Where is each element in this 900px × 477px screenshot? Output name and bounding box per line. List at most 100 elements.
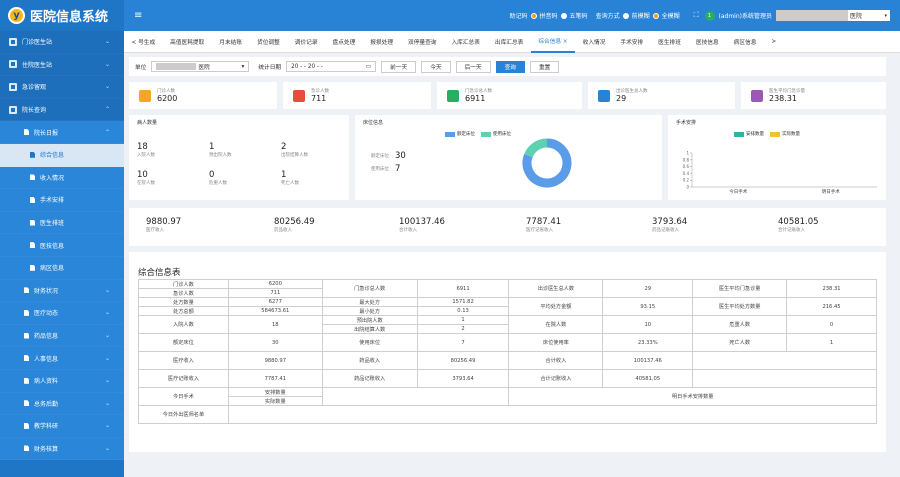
table-cell: 预出院人数 (321, 315, 418, 325)
radio-fuzzy-icon[interactable] (622, 12, 629, 19)
income-value: 3793.64 (652, 217, 688, 227)
stat-text: 急诊人数 711 (311, 88, 329, 103)
sidebar-item-label: 财务状况 (34, 287, 59, 295)
tab[interactable]: 医生排班 (651, 37, 689, 46)
tab[interactable]: 货位调整 (250, 37, 288, 46)
hamburger-icon[interactable]: ≡ (134, 10, 142, 21)
radio-fuzzy-label[interactable]: 前模糊 (632, 11, 650, 20)
document-icon (24, 400, 29, 407)
surgery-title: 手术安排 (676, 120, 697, 126)
legend-swatch (734, 131, 744, 137)
sidebar-item[interactable]: 药品信息 ⌄ (0, 324, 124, 348)
tab[interactable]: < 号生成 (124, 37, 163, 46)
used-beds: 使用床位 7 (371, 164, 400, 174)
sidebar-item[interactable]: 院长日报 ⌃ (0, 121, 124, 144)
table-cell: 门急诊总人数 (321, 279, 418, 298)
tab[interactable]: 医技信息 (688, 37, 726, 46)
stat-icon (293, 89, 305, 102)
document-icon (30, 264, 35, 271)
patient-stat: 0 危重人数 (209, 170, 227, 186)
sidebar-item[interactable]: 收入情况 (0, 166, 124, 190)
chevron-down-icon: ⌄ (104, 422, 110, 430)
user-name[interactable]: (admin)系统管理员 (719, 11, 772, 20)
sidebar-item[interactable]: 总务后勤 ⌄ (0, 392, 124, 416)
radio-full-fuzzy-label[interactable]: 全模糊 (662, 11, 680, 20)
table-cell (692, 351, 877, 370)
table-cell: 1571.82 (416, 297, 510, 307)
query-button[interactable]: 查询 (495, 60, 525, 73)
app-logo: y 医院信息系统 (0, 0, 124, 31)
sidebar-item[interactable]: 医生排班 (0, 211, 124, 235)
prev-day-button[interactable]: 前一天 (381, 60, 417, 73)
table-cell: 7787.41 (227, 369, 323, 388)
sidebar-item[interactable]: 财务核算 ⌄ (0, 437, 124, 461)
unit-select[interactable]: 医院 ▾ (151, 61, 250, 72)
radio-full-fuzzy-icon[interactable] (652, 12, 659, 19)
stat-card: 医生平均门急诊量 238.31 (741, 82, 886, 109)
sidebar-item[interactable]: 急诊留观 ⌄ (0, 76, 124, 99)
sidebar-item[interactable]: 医疗动态 ⌄ (0, 302, 124, 325)
chevron-down-icon: ⌄ (104, 38, 110, 46)
stat-value: 238.31 (769, 94, 797, 103)
sidebar-item-label: 院长查询 (22, 107, 47, 115)
sidebar-item[interactable]: 院长查询 ⌃ (0, 98, 124, 122)
chevron-down-icon: ▾ (241, 63, 245, 70)
sidebar-item[interactable]: 综合信息 (0, 143, 124, 167)
tab[interactable]: 病区信息 (726, 37, 764, 46)
tab[interactable]: 高值医耗提取 (163, 37, 212, 46)
reset-button[interactable]: 重置 (530, 60, 560, 73)
legend-swatch (481, 131, 491, 137)
table-cell: 门诊人数 (138, 279, 229, 289)
sidebar-item[interactable]: 手术安排 (0, 189, 124, 212)
stat-text: 门诊人数 6200 (157, 88, 177, 103)
date-range-input[interactable]: 20 - - 20 - - ▭ (286, 61, 377, 72)
app-title: 医院信息系统 (30, 10, 109, 25)
patient-stat: 10 在院人数 (137, 170, 155, 186)
sidebar-item[interactable]: 医技信息 (0, 234, 124, 257)
tab[interactable]: 手术安排 (613, 37, 651, 46)
tab[interactable]: 入库汇总表 (444, 37, 487, 46)
sidebar-item-label: 病人资料 (34, 378, 59, 386)
sidebar-item[interactable]: 教学科研 ⌄ (0, 415, 124, 438)
x-tick-label: 今日手术 (729, 188, 747, 195)
y-tick-label: 0 (686, 185, 689, 190)
topbar: ≡ 助记码 拼音码 五笔码 查询方式 前模糊 全模糊 ⛶ 1 (admin)系统… (124, 0, 900, 31)
tab[interactable]: 月末结账 (212, 37, 250, 46)
table-cell: 216.45 (786, 297, 877, 316)
tab[interactable]: 收入情况 (575, 37, 613, 46)
radio-pinyin-label[interactable]: 拼音码 (540, 11, 558, 20)
dept-select[interactable]: 医院 ▾ (776, 10, 890, 21)
summary-section: 综合信息表 门诊人数 6200 门急诊总人数 6911 出诊医生总人数 29 医生平均… (129, 252, 886, 452)
tab[interactable]: 盘点处理 (325, 37, 363, 46)
radio-wubi-label[interactable]: 五笔码 (570, 11, 588, 20)
filter-bar: 单位 医院 ▾ 统计日期 20 - - 20 - - ▭ 前一天 今天 后一天 … (129, 57, 886, 76)
beds-legend: 额定床位 使用床位 (445, 131, 511, 137)
patient-stat-label: 预出院人数 (209, 153, 232, 158)
income-label: 医疗记账收入 (526, 228, 553, 233)
sidebar-item[interactable]: 病区信息 (0, 256, 124, 280)
today-button[interactable]: 今天 (421, 60, 451, 73)
tab[interactable]: 报损处理 (363, 37, 401, 46)
table-cell: 238.31 (786, 279, 877, 298)
sidebar-item[interactable]: 人事信息 ⌄ (0, 347, 124, 370)
radio-wubi-icon[interactable] (560, 12, 567, 19)
sidebar-item[interactable]: 门诊医生站 ⌄ (0, 31, 124, 54)
table-cell: 6200 (227, 279, 323, 289)
sidebar-item[interactable]: 住院医生站 ⌄ (0, 53, 124, 77)
next-day-button[interactable]: 后一天 (455, 60, 491, 73)
radio-pinyin-icon[interactable] (530, 12, 537, 19)
fullscreen-icon[interactable]: ⛶ (694, 11, 699, 20)
tab[interactable]: > (764, 39, 784, 45)
income-cell: 80256.49 药品收入 (274, 217, 315, 233)
tab[interactable]: 双停量查询 (401, 37, 444, 46)
sidebar-item[interactable]: 病人资料 ⌄ (0, 369, 124, 393)
tab[interactable]: 综合信息 × (530, 31, 576, 53)
tab[interactable]: 出库汇总表 (487, 37, 530, 46)
sidebar-item[interactable]: 财务状况 ⌄ (0, 279, 124, 303)
table-cell (227, 405, 878, 424)
table-cell: 出院结算人数 (321, 324, 418, 334)
table-row: 门诊人数 6200 门急诊总人数 6911 出诊医生总人数 29 医生平均门急诊量 23… (138, 279, 877, 298)
table-cell: 23.33% (602, 333, 694, 352)
tab[interactable]: 调价记录 (287, 37, 325, 46)
document-icon (24, 445, 29, 452)
